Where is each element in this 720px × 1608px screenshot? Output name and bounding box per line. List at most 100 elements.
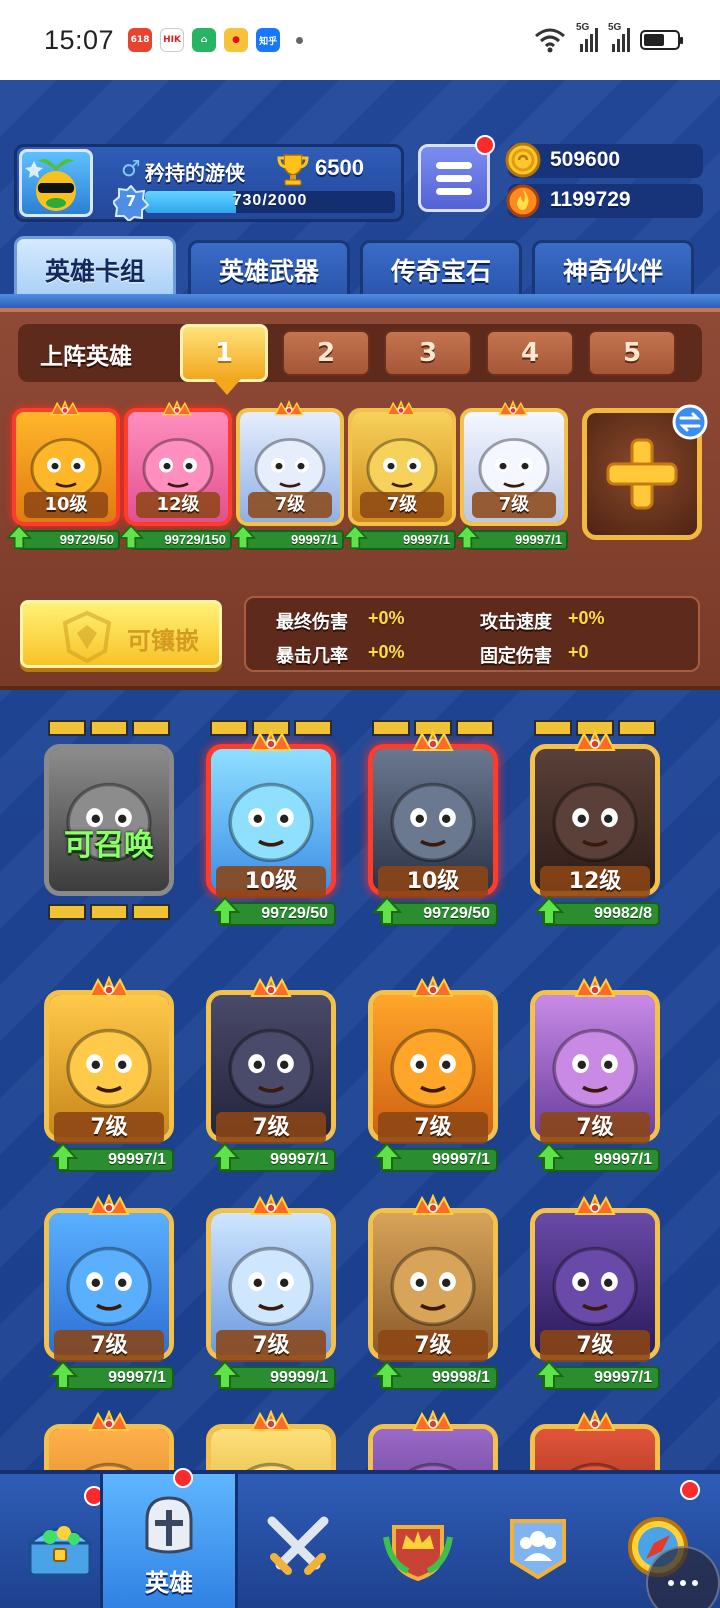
deck-hero-card[interactable]: 7级 99997/1	[230, 400, 344, 550]
card-crest-icon	[574, 976, 616, 997]
card-level: 7级	[54, 1330, 164, 1362]
card-crest-icon	[250, 1194, 292, 1215]
upgrade-arrow-icon	[230, 524, 256, 550]
stat-crit-chance-value: +0%	[368, 642, 405, 662]
card-progress: 99729/50	[18, 530, 120, 550]
card-progress: 99729/150	[130, 530, 232, 550]
card-level: 10级	[216, 866, 326, 898]
deck-hero-card[interactable]: 7级 99997/1	[342, 400, 456, 550]
app-618-icon: 618	[128, 28, 153, 52]
card-level: 7级	[216, 1330, 326, 1362]
player-level: 7	[125, 192, 137, 210]
hero-card[interactable]: 10级 99729/50	[368, 698, 498, 930]
menu-button[interactable]	[418, 135, 495, 212]
stat-crit-chance-label: 暴击几率	[276, 646, 348, 667]
gem-amount: 1199729	[550, 188, 631, 211]
player-avatar[interactable]	[19, 149, 93, 217]
embed-button[interactable]: 可镶嵌	[20, 600, 222, 668]
hero-card[interactable]: 可召唤	[44, 698, 174, 930]
deck-hero-card[interactable]: 10级 99729/50	[6, 400, 120, 550]
card-level: 7级	[540, 1330, 650, 1362]
hero-card[interactable]: 7级 99999/1	[206, 1162, 336, 1394]
nav-battle[interactable]	[238, 1482, 358, 1608]
card-crest-icon	[162, 400, 192, 416]
card-level: 12级	[136, 492, 220, 518]
card-level: 12级	[540, 866, 650, 898]
weibo-icon: ●	[224, 28, 249, 52]
card-rank-bars	[48, 720, 170, 736]
menu-notification-dot	[475, 135, 495, 155]
stat-final-damage-value: +0%	[368, 608, 405, 628]
card-rank-bars	[48, 904, 170, 920]
hero-card[interactable]: 7级 99997/1	[530, 944, 660, 1176]
gold-currency[interactable]: 509600	[505, 142, 703, 178]
hero-card[interactable]: 7级 99998/1	[368, 1162, 498, 1394]
card-frame: 10级	[12, 408, 120, 526]
tab-legendary-gems[interactable]: 传奇宝石	[360, 240, 522, 300]
card-level: 7级	[216, 1112, 326, 1144]
lineup-slot-3[interactable]: 3	[384, 330, 472, 376]
upgrade-arrow-icon	[372, 896, 402, 925]
card-frame: 7级	[460, 408, 568, 526]
card-level: 7级	[378, 1330, 488, 1362]
tab-hero-weapons[interactable]: 英雄武器	[188, 240, 350, 300]
card-level: 7级	[378, 1112, 488, 1144]
swap-icon[interactable]	[672, 404, 708, 440]
hikvision-icon: HIK	[160, 28, 185, 52]
nav-guild[interactable]	[478, 1482, 598, 1608]
card-crest-icon	[250, 730, 292, 751]
status-time: 15:07	[44, 24, 115, 55]
hero-card[interactable]: 7级 99997/1	[44, 944, 174, 1176]
upgrade-arrow-icon	[210, 896, 240, 925]
status-app-icons: 618 HIK ⌂ ● 知乎	[128, 28, 304, 52]
hero-card[interactable]: 10级 99729/50	[206, 698, 336, 930]
gender-icon: ♂	[121, 157, 141, 182]
avatar-sprout-icon	[25, 159, 76, 211]
card-level: 7级	[540, 1112, 650, 1144]
lineup-slot-2[interactable]: 2	[282, 330, 370, 376]
embed-label: 可镶嵌	[127, 627, 199, 655]
card-level: 7级	[248, 492, 332, 518]
stats-panel: 最终伤害 +0% 攻击速度 +0% 暴击几率 +0% 固定伤害 +0	[244, 596, 700, 672]
more-notifications-dot	[296, 36, 304, 44]
hero-card[interactable]: 7级 99997/1	[530, 1162, 660, 1394]
gem-currency[interactable]: 1199729	[506, 184, 703, 218]
upgrade-arrow-icon	[6, 524, 32, 550]
gold-coin-icon	[505, 142, 541, 178]
hero-card[interactable]: 7级 99997/1	[206, 944, 336, 1176]
card-level: 7级	[360, 492, 444, 518]
hero-card[interactable]: 7级 99997/1	[44, 1162, 174, 1394]
tab-divider	[0, 294, 720, 308]
knight-helmet-icon	[145, 1496, 193, 1554]
deck-hero-card[interactable]: 12级 99729/150	[118, 400, 232, 550]
hero-card[interactable]: 7级 99997/1	[368, 944, 498, 1176]
card-frame: 12级	[124, 408, 232, 526]
card-crest-icon	[412, 1410, 454, 1431]
hero-card[interactable]: 12级 99982/8	[530, 698, 660, 930]
player-profile[interactable]: ♂ 矜持的游侠 6500 730/2000 7	[14, 144, 404, 223]
tab-magic-partners[interactable]: 神奇伙伴	[532, 240, 694, 300]
lineup-label: 上阵英雄	[40, 344, 132, 370]
status-bar: 15:07 618 HIK ⌂ ● 知乎 5G 5G	[0, 0, 720, 80]
home-app-icon: ⌂	[192, 28, 217, 52]
lineup-slot-4[interactable]: 4	[486, 330, 574, 376]
card-crest-icon	[250, 1410, 292, 1431]
xp-text: 730/2000	[232, 192, 308, 209]
zhihu-icon: 知乎	[256, 28, 281, 52]
card-frame: 7级	[348, 408, 456, 526]
card-crest-icon	[412, 1194, 454, 1215]
stat-fixed-damage-label: 固定伤害	[480, 646, 552, 667]
card-crest-icon	[88, 1194, 130, 1215]
gem-socket-icon	[62, 610, 112, 664]
nav-ranking[interactable]	[358, 1482, 478, 1608]
lineup-slot-1[interactable]: 1	[180, 324, 268, 395]
battery-icon	[640, 30, 683, 50]
nav-heroes-label: 英雄	[145, 1569, 193, 1597]
nav-heroes[interactable]: 英雄	[100, 1468, 238, 1608]
upgrade-arrow-icon	[534, 896, 564, 925]
deck-hero-card[interactable]: 7级 99997/1	[454, 400, 568, 550]
card-frame: 7级	[236, 408, 344, 526]
lineup-slot-5[interactable]: 5	[588, 330, 676, 376]
player-name: 矜持的游侠	[145, 161, 245, 185]
card-level: 7级	[472, 492, 556, 518]
